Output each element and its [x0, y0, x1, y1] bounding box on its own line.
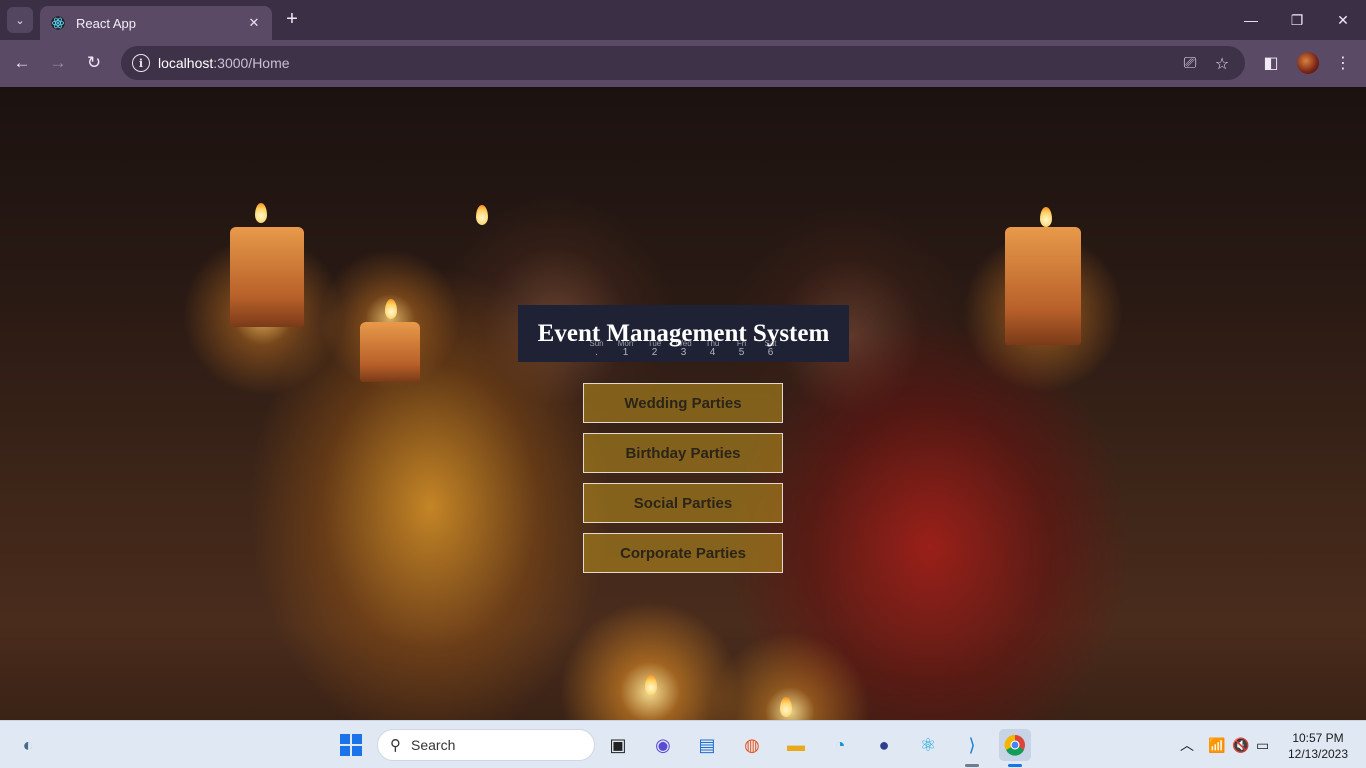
page-title: Event Management System — [537, 319, 830, 347]
url-host: localhost — [158, 55, 214, 71]
tab-title: React App — [76, 15, 136, 31]
wifi-icon[interactable]: 📶 — [1208, 721, 1225, 768]
task-view-icon[interactable]: ▣ — [602, 729, 634, 761]
candle-right — [1005, 227, 1081, 345]
flame-icon — [780, 697, 792, 717]
side-panel-icon[interactable]: ◧ — [1259, 51, 1283, 75]
browser-tab-bar: ⌄ React App ✕ + — ❐ ✕ — [0, 0, 1366, 40]
page-background-photo: Event Management System Sun. Mon 1 Tue 2 Wed 3… — [0, 87, 1366, 720]
calendar-day-number: 3 — [680, 347, 687, 358]
ubuntu-icon[interactable]: ◍ — [736, 729, 768, 761]
chrome-logo-icon — [1004, 734, 1025, 756]
volume-muted-icon[interactable]: 🔇 — [1232, 721, 1249, 768]
flame-icon — [1040, 207, 1052, 227]
reload-button[interactable]: ↻ — [81, 50, 107, 76]
birthday-parties-button[interactable]: Birthday Parties — [583, 433, 783, 473]
restore-button[interactable]: ❐ — [1274, 0, 1320, 40]
edge-browser-icon[interactable]: ◔ — [824, 729, 856, 761]
menu-kebab-icon[interactable]: ⋮ — [1331, 51, 1355, 75]
url-path: :3000/Home — [213, 55, 290, 71]
flame-icon — [255, 203, 267, 223]
vscode-icon[interactable]: ⟩ — [956, 729, 988, 761]
tab-search-button[interactable]: ⌄ — [7, 7, 33, 33]
flame-icon — [476, 205, 488, 225]
windows-taskbar: ◐ ⚲ Search ▣ ◉ ▤ ◍ ▬ ◔ ● ⚛ ⟩ ︿ 📶 🔇 ▭ 10:… — [0, 720, 1366, 768]
calendar-day-number: 5 — [738, 347, 745, 358]
calendar-day-number: 1 — [622, 347, 629, 358]
close-tab-icon[interactable]: ✕ — [246, 15, 262, 31]
candle-left — [230, 227, 304, 327]
chrome-icon[interactable] — [999, 729, 1031, 761]
wedding-parties-button[interactable]: Wedding Parties — [583, 383, 783, 423]
search-label: Search — [411, 737, 456, 753]
close-window-button[interactable]: ✕ — [1320, 0, 1366, 40]
profile-avatar[interactable] — [1297, 52, 1319, 74]
react-devtools-icon[interactable]: ⚛ — [912, 729, 944, 761]
taskbar-clock[interactable]: 10:57 PM 12/13/2023 — [1280, 730, 1356, 762]
eclipse-icon[interactable]: ● — [868, 729, 900, 761]
calendar-day-number: 4 — [709, 347, 716, 358]
address-bar[interactable]: i localhost:3000/Home ⎚ ☆ — [121, 46, 1245, 80]
active-indicator — [1008, 764, 1022, 767]
running-indicator — [965, 764, 979, 767]
teams-chat-icon[interactable]: ◉ — [647, 729, 679, 761]
react-icon — [51, 16, 65, 30]
party-type-menu: Wedding Parties Birthday Parties Social … — [583, 383, 783, 583]
page-header: Event Management System Sun. Mon 1 Tue 2 Wed 3… — [518, 305, 849, 362]
notepad-icon[interactable]: ▤ — [691, 729, 723, 761]
minimize-button[interactable]: — — [1228, 0, 1274, 40]
calendar-day-number: 6 — [767, 347, 774, 358]
new-tab-button[interactable]: + — [281, 8, 303, 30]
search-icon: ⚲ — [390, 737, 401, 754]
flame-icon — [645, 675, 657, 695]
back-button[interactable]: ← — [9, 50, 35, 76]
url-text: localhost:3000/Home — [158, 55, 290, 71]
corporate-parties-button[interactable]: Corporate Parties — [583, 533, 783, 573]
site-info-icon[interactable]: i — [132, 54, 150, 72]
widgets-icon[interactable]: ◐ — [12, 729, 44, 761]
clock-date: 12/13/2023 — [1287, 747, 1349, 761]
social-parties-button[interactable]: Social Parties — [583, 483, 783, 523]
battery-icon[interactable]: ▭ — [1256, 721, 1269, 768]
calendar-day-number: . — [595, 347, 598, 358]
browser-toolbar: ← → ↻ i localhost:3000/Home ⎚ ☆ ◧ ⋮ — [0, 40, 1366, 87]
forward-button[interactable]: → — [45, 50, 71, 76]
bookmark-star-icon[interactable]: ☆ — [1212, 54, 1232, 74]
taskbar-search[interactable]: ⚲ Search — [377, 729, 595, 761]
clock-time: 10:57 PM — [1292, 731, 1344, 745]
tray-overflow-icon[interactable]: ︿ — [1180, 721, 1194, 768]
start-button[interactable] — [335, 729, 367, 761]
install-app-icon[interactable]: ⎚ — [1180, 54, 1200, 74]
candle-mid-left — [360, 322, 420, 382]
windows-logo-icon — [340, 734, 362, 756]
active-tab[interactable]: React App ✕ — [40, 6, 272, 40]
file-explorer-icon[interactable]: ▬ — [780, 729, 812, 761]
calendar-day-number: 2 — [651, 347, 658, 358]
flame-icon — [385, 299, 397, 319]
